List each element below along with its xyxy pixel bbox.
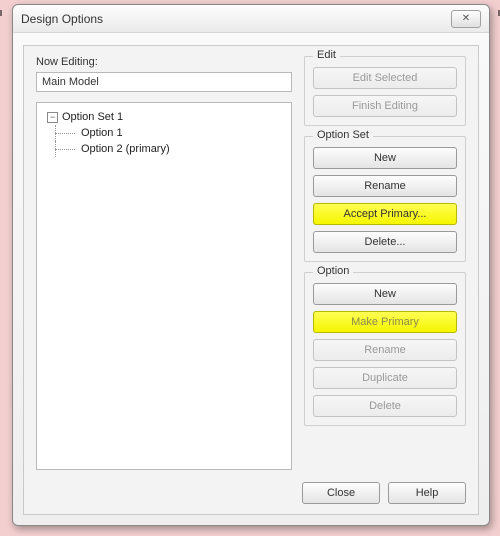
tree-child-row[interactable]: Option 2 (primary) xyxy=(41,141,287,157)
close-button[interactable]: Close xyxy=(302,482,380,504)
edit-selected-button[interactable]: Edit Selected xyxy=(313,67,457,89)
make-primary-button[interactable]: Make Primary xyxy=(313,311,457,333)
help-button[interactable]: Help xyxy=(388,482,466,504)
tree-child-label: Option 2 (primary) xyxy=(81,143,170,155)
option-rename-button[interactable]: Rename xyxy=(313,339,457,361)
option-new-button[interactable]: New xyxy=(313,283,457,305)
tree-child-label: Option 1 xyxy=(81,127,123,139)
option-set-rename-button[interactable]: Rename xyxy=(313,175,457,197)
option-set-delete-button[interactable]: Delete... xyxy=(313,231,457,253)
now-editing-field[interactable]: Main Model xyxy=(36,72,292,92)
edit-group-title: Edit xyxy=(313,49,340,61)
design-options-dialog: Design Options ✕ Now Editing: Main Model… xyxy=(12,4,490,526)
tree-root-label: Option Set 1 xyxy=(62,111,123,123)
now-editing-label: Now Editing: xyxy=(36,56,292,68)
option-set-group: Option Set New Rename Accept Primary... … xyxy=(304,136,466,262)
option-set-new-button[interactable]: New xyxy=(313,147,457,169)
option-set-group-title: Option Set xyxy=(313,129,373,141)
option-duplicate-button[interactable]: Duplicate xyxy=(313,367,457,389)
dialog-body: Now Editing: Main Model − Option Set 1 O… xyxy=(23,45,479,515)
option-group: Option New Make Primary Rename Duplicate… xyxy=(304,272,466,426)
option-delete-button[interactable]: Delete xyxy=(313,395,457,417)
finish-editing-button[interactable]: Finish Editing xyxy=(313,95,457,117)
accept-primary-button[interactable]: Accept Primary... xyxy=(313,203,457,225)
option-group-title: Option xyxy=(313,265,353,277)
window-title: Design Options xyxy=(21,12,451,26)
tree-root-row[interactable]: − Option Set 1 xyxy=(41,109,287,125)
edit-group: Edit Edit Selected Finish Editing xyxy=(304,56,466,126)
titlebar[interactable]: Design Options ✕ xyxy=(13,5,489,33)
close-icon[interactable]: ✕ xyxy=(451,10,481,28)
collapse-icon[interactable]: − xyxy=(47,112,58,123)
tree-child-row[interactable]: Option 1 xyxy=(41,125,287,141)
option-tree[interactable]: − Option Set 1 Option 1 Option 2 (primar… xyxy=(36,102,292,470)
